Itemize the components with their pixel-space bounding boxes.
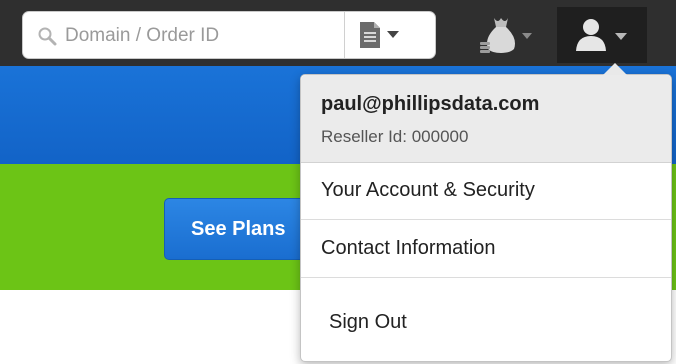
user-info-header: paul@phillipsdata.com Reseller Id: 00000…: [301, 75, 671, 163]
menu-item-sign-out[interactable]: Sign Out: [301, 279, 671, 363]
search-icon: [38, 27, 57, 46]
top-navigation-bar: [0, 0, 676, 66]
chevron-down-icon: [522, 33, 532, 39]
menu-item-label: Your Account & Security: [321, 179, 535, 201]
user-dropdown-menu: paul@phillipsdata.com Reseller Id: 00000…: [300, 74, 672, 362]
money-bag-icon: [480, 18, 515, 53]
dropdown-pointer: [603, 63, 627, 75]
user-email: paul@phillipsdata.com: [321, 93, 540, 115]
chevron-down-icon: [615, 33, 627, 40]
billing-menu-button[interactable]: [476, 12, 546, 58]
user-icon: [576, 19, 606, 51]
menu-item-label: Sign Out: [329, 311, 407, 333]
chevron-down-icon: [387, 31, 399, 38]
document-icon: [360, 22, 380, 48]
menu-item-account-security[interactable]: Your Account & Security: [301, 163, 671, 220]
menu-item-label: Contact Information: [321, 237, 496, 259]
search-input[interactable]: [65, 21, 361, 51]
user-menu-button[interactable]: [557, 7, 647, 63]
search-box: [22, 11, 436, 59]
search-type-dropdown-button[interactable]: [345, 12, 435, 58]
reseller-id: Reseller Id: 000000: [321, 127, 469, 146]
menu-item-contact-information[interactable]: Contact Information: [301, 221, 671, 278]
